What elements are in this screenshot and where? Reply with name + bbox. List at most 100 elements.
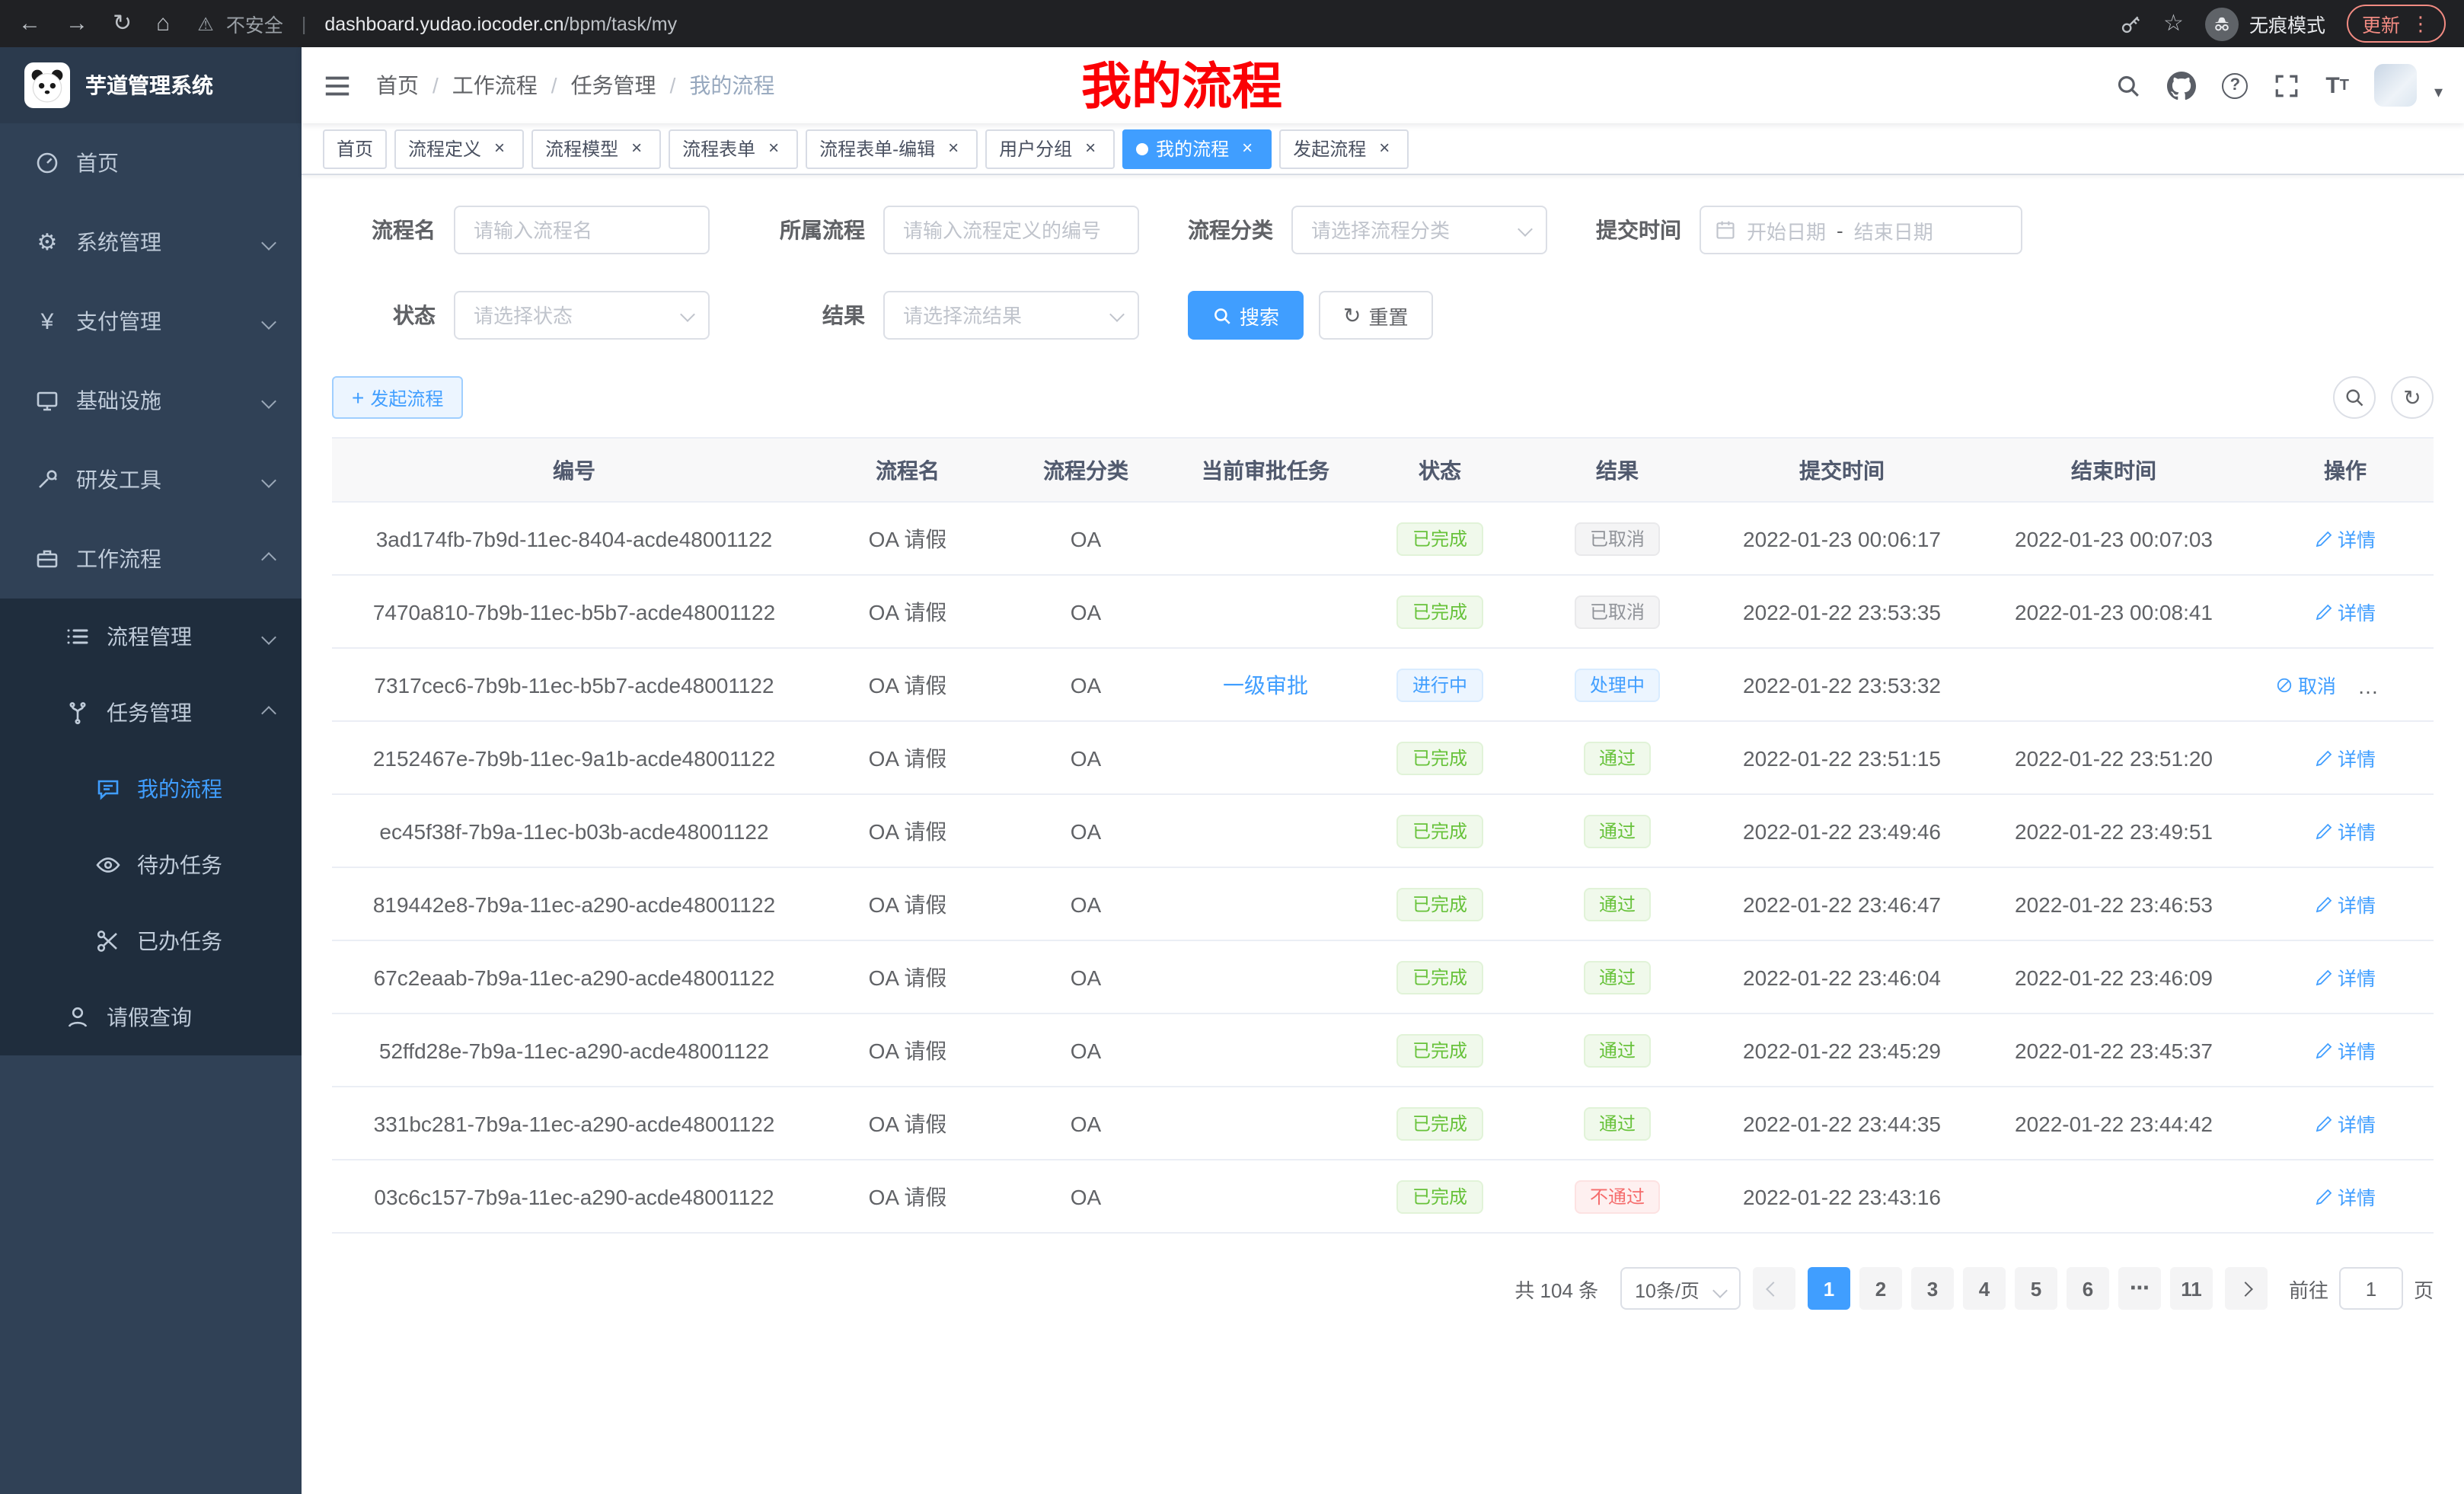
- cell-end-time-text: 2022-01-23 00:08:41: [2015, 599, 2213, 624]
- page-size-select[interactable]: 10条/页: [1620, 1267, 1741, 1310]
- cell-submit-time-text: 2022-01-22 23:43:16: [1743, 1184, 1941, 1208]
- github-icon[interactable]: [2167, 71, 2196, 100]
- close-icon[interactable]: ×: [1374, 138, 1395, 159]
- reset-button[interactable]: ↻ 重置: [1319, 291, 1433, 340]
- result-badge: 通过: [1584, 741, 1651, 774]
- page-button-3[interactable]: 3: [1911, 1267, 1954, 1310]
- breadcrumb-item[interactable]: 工作流程: [452, 70, 538, 101]
- action-cancel-button[interactable]: 取消: [2275, 670, 2336, 699]
- filter-status: 状态: [332, 291, 710, 340]
- fullscreen-icon[interactable]: [2274, 72, 2300, 98]
- breadcrumb-item[interactable]: 首页: [376, 70, 419, 101]
- search-button[interactable]: 搜索: [1188, 291, 1304, 340]
- result-select-input[interactable]: [883, 291, 1139, 340]
- tab-0[interactable]: 首页: [323, 129, 387, 168]
- result-select[interactable]: [883, 291, 1139, 340]
- tab-4[interactable]: 流程表单-编辑×: [806, 129, 978, 168]
- sidebar-item-5[interactable]: 工作流程: [0, 519, 302, 599]
- action-detail-button[interactable]: 详情: [2315, 743, 2376, 772]
- close-icon[interactable]: ×: [1237, 138, 1258, 159]
- cell-name: OA 请假: [816, 1014, 999, 1087]
- next-page-button[interactable]: [2225, 1267, 2268, 1310]
- search-toggle-button[interactable]: [2333, 376, 2376, 419]
- sidebar-item-label: 我的流程: [137, 774, 222, 804]
- close-icon[interactable]: ×: [626, 138, 647, 159]
- page-button-6[interactable]: 6: [2067, 1267, 2109, 1310]
- status-select[interactable]: [454, 291, 710, 340]
- tab-3[interactable]: 流程表单×: [669, 129, 798, 168]
- plus-icon: +: [352, 387, 364, 408]
- breadcrumb-item[interactable]: 任务管理: [571, 70, 656, 101]
- avatar[interactable]: [2375, 64, 2418, 107]
- close-icon[interactable]: ×: [489, 138, 510, 159]
- sidebar-item-4[interactable]: 研发工具: [0, 440, 302, 519]
- close-icon[interactable]: ×: [1080, 138, 1101, 159]
- sidebar-item-11[interactable]: 请假查询: [0, 979, 302, 1055]
- help-icon[interactable]: ?: [2222, 72, 2248, 98]
- action-detail-button[interactable]: 详情: [2315, 962, 2376, 991]
- sidebar-item-7[interactable]: 任务管理: [0, 675, 302, 751]
- status-badge: 已完成: [1397, 595, 1483, 628]
- reload-icon[interactable]: ↻: [113, 12, 132, 35]
- page-button-11[interactable]: 11: [2170, 1267, 2213, 1310]
- cell-category-text: OA: [1071, 965, 1101, 989]
- app-logo[interactable]: 芋道管理系统: [0, 47, 302, 123]
- page-button-5[interactable]: 5: [2015, 1267, 2057, 1310]
- action-detail-button[interactable]: 详情: [2315, 524, 2376, 553]
- forward-icon[interactable]: →: [65, 12, 88, 35]
- sidebar-item-8[interactable]: 我的流程: [0, 751, 302, 827]
- column-header: 结束时间: [1971, 438, 2257, 502]
- refresh-button[interactable]: ↻: [2391, 376, 2434, 419]
- current-task-link[interactable]: 一级审批: [1223, 672, 1308, 697]
- sidebar-item-10[interactable]: 已办任务: [0, 903, 302, 979]
- table-header-row: 编号流程名流程分类当前审批任务状态结果提交时间结束时间操作: [332, 438, 2434, 502]
- status-select-input[interactable]: [454, 291, 710, 340]
- create-process-button[interactable]: + 发起流程: [332, 376, 463, 419]
- back-icon[interactable]: ←: [18, 12, 41, 35]
- category-select-input[interactable]: [1291, 206, 1547, 254]
- browser-home-icon[interactable]: ⌂: [156, 12, 170, 35]
- cell-current-task: [1173, 1087, 1358, 1160]
- action-label: 详情: [2338, 1182, 2376, 1211]
- tab-label: 首页: [337, 136, 373, 161]
- action-detail-button[interactable]: 详情: [2315, 889, 2376, 918]
- parent-process-input[interactable]: [883, 206, 1139, 254]
- result-badge: 通过: [1584, 1106, 1651, 1140]
- page-button-4[interactable]: 4: [1963, 1267, 2006, 1310]
- page-button-2[interactable]: 2: [1859, 1267, 1902, 1310]
- star-icon[interactable]: ☆: [2163, 12, 2184, 35]
- goto-page-input[interactable]: [2339, 1267, 2403, 1310]
- address-bar[interactable]: ⚠ 不安全 | dashboard.yudao.iocoder.cn/bpm/t…: [197, 9, 677, 38]
- tab-2[interactable]: 流程模型×: [531, 129, 661, 168]
- action-detail-button[interactable]: 详情: [2315, 1182, 2376, 1211]
- update-button[interactable]: 更新 ⋮: [2347, 5, 2446, 43]
- page-button-1[interactable]: 1: [1808, 1267, 1850, 1310]
- chevron-right-icon: [2239, 1281, 2254, 1296]
- font-size-icon[interactable]: TT: [2325, 72, 2349, 98]
- tab-1[interactable]: 流程定义×: [394, 129, 524, 168]
- action-detail-button[interactable]: 详情: [2315, 816, 2376, 845]
- action-detail-button[interactable]: 详情: [2315, 1109, 2376, 1138]
- menu-dots-icon[interactable]: ⋮: [2411, 11, 2430, 36]
- close-icon[interactable]: ×: [943, 138, 964, 159]
- action-detail-button[interactable]: 详情: [2315, 597, 2376, 626]
- action-detail-button[interactable]: 详情: [2315, 1036, 2376, 1065]
- tab-5[interactable]: 用户分组×: [985, 129, 1115, 168]
- sidebar-item-9[interactable]: 待办任务: [0, 827, 302, 903]
- sidebar-item-0[interactable]: 首页: [0, 123, 302, 203]
- category-select[interactable]: [1291, 206, 1547, 254]
- hamburger-icon[interactable]: [323, 71, 352, 100]
- key-icon[interactable]: [2118, 11, 2142, 36]
- page-ellipsis[interactable]: ⋯: [2118, 1267, 2161, 1310]
- incognito-badge[interactable]: 无痕模式: [2205, 7, 2325, 40]
- process-name-input[interactable]: [454, 206, 710, 254]
- close-icon[interactable]: ×: [763, 138, 784, 159]
- sidebar-item-2[interactable]: ¥支付管理: [0, 282, 302, 361]
- sidebar-item-6[interactable]: 流程管理: [0, 599, 302, 675]
- sidebar-item-1[interactable]: ⚙系统管理: [0, 203, 302, 282]
- sidebar-item-3[interactable]: 基础设施: [0, 361, 302, 440]
- search-icon[interactable]: [2115, 72, 2141, 98]
- submit-time-range-picker[interactable]: 开始日期 - 结束日期: [1700, 206, 2022, 254]
- tab-7[interactable]: 发起流程×: [1279, 129, 1409, 168]
- tab-6[interactable]: 我的流程×: [1122, 129, 1272, 168]
